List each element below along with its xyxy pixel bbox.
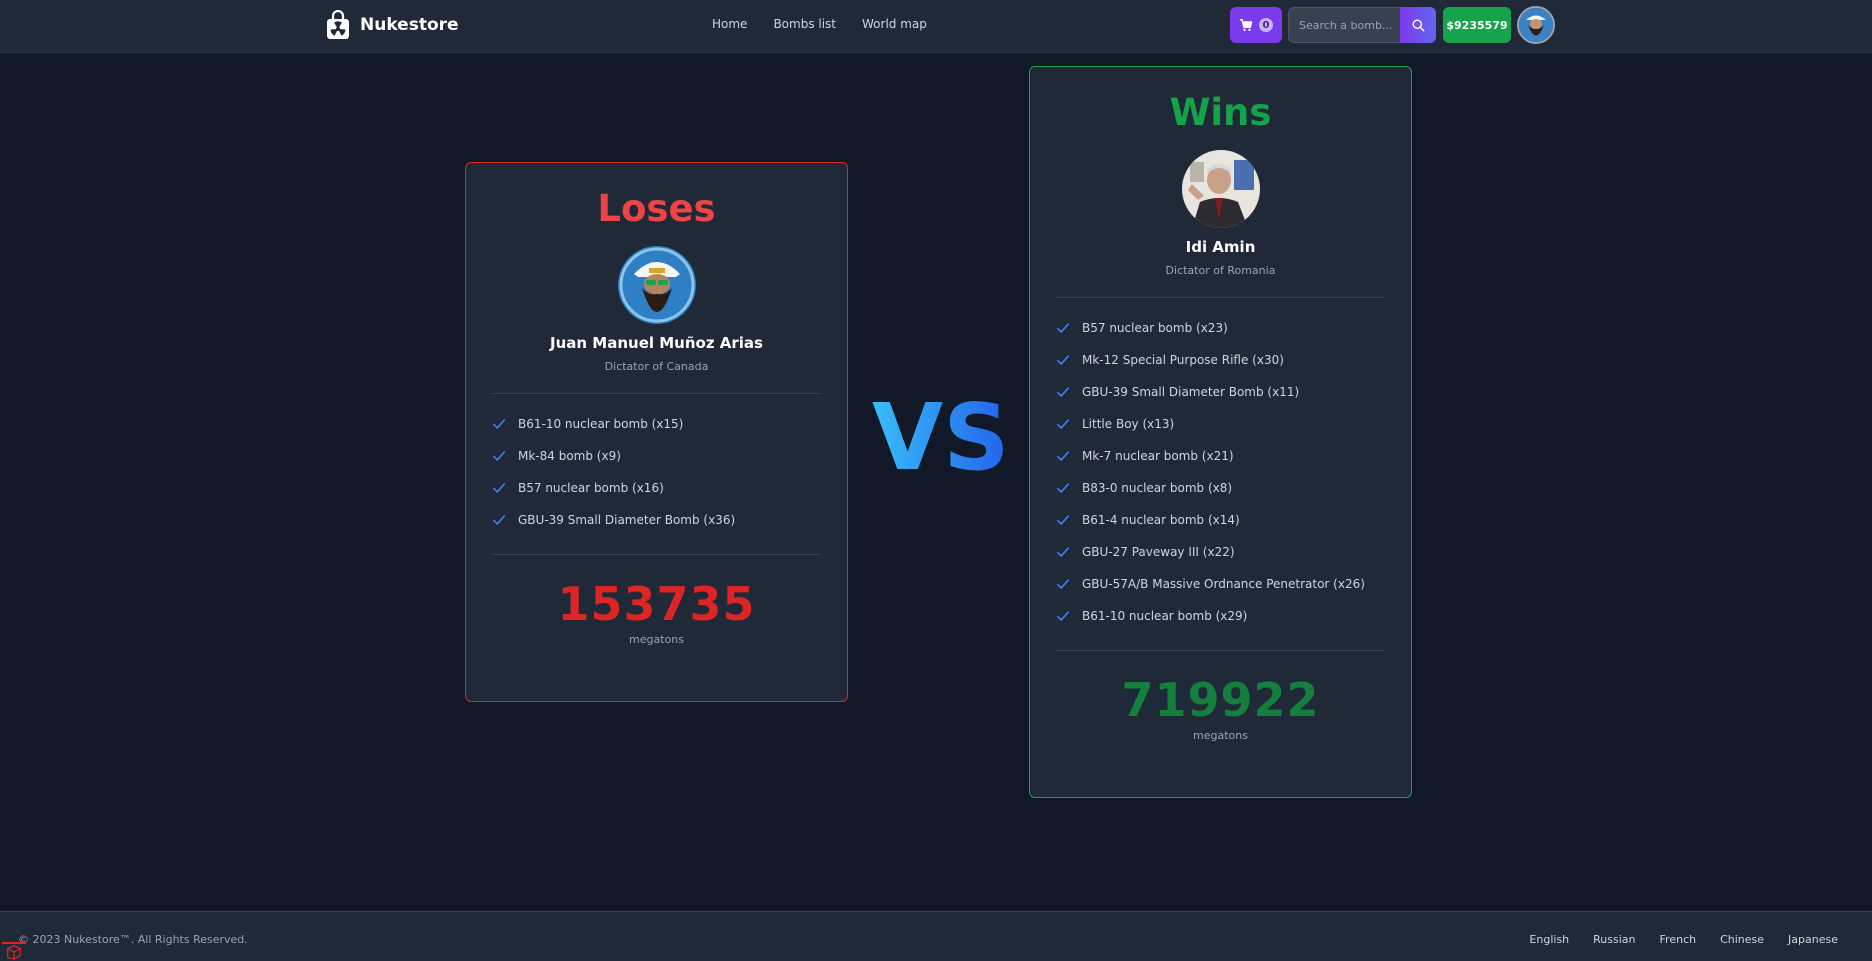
loser-profile: Juan Manuel Muñoz Arias Dictator of Cana… (466, 246, 847, 373)
bomb-label: B61-10 nuclear bomb (x15) (518, 417, 684, 431)
list-item: GBU-39 Small Diameter Bomb (x36) (492, 504, 821, 536)
list-item: B61-10 nuclear bomb (x29) (1056, 600, 1385, 632)
bomb-label: GBU-39 Small Diameter Bomb (x11) (1082, 385, 1300, 399)
lang-russian[interactable]: Russian (1593, 933, 1635, 946)
check-icon (1056, 355, 1070, 365)
check-icon (1056, 611, 1070, 621)
lang-chinese[interactable]: Chinese (1720, 933, 1764, 946)
loser-score: 153735 (557, 577, 756, 631)
loser-score-unit: megatons (629, 633, 684, 646)
check-icon (492, 451, 506, 461)
loser-result-title: Loses (597, 187, 716, 230)
user-avatar[interactable] (1517, 6, 1555, 44)
list-item: Mk-12 Special Purpose Rifle (x30) (1056, 344, 1385, 376)
bomb-label: GBU-27 Paveway III (x22) (1082, 545, 1235, 559)
list-item: B61-10 nuclear bomb (x15) (492, 408, 821, 440)
lang-english[interactable]: English (1529, 933, 1569, 946)
list-item: Mk-7 nuclear bomb (x21) (1056, 440, 1385, 472)
copyright-text: © 2023 Nukestore™. All Rights Reserved. (18, 933, 248, 946)
check-icon (1056, 579, 1070, 589)
winner-card: Wins Idi Amin Dictator of Romania B57 nu… (1029, 66, 1412, 798)
bomb-label: B61-10 nuclear bomb (x29) (1082, 609, 1248, 623)
winner-score-unit: megatons (1193, 729, 1248, 742)
cart-button[interactable]: 0 (1230, 7, 1282, 43)
bomb-label: Mk-7 nuclear bomb (x21) (1082, 449, 1234, 463)
lang-french[interactable]: French (1660, 933, 1697, 946)
list-item: GBU-57A/B Massive Ordnance Penetrator (x… (1056, 568, 1385, 600)
check-icon (492, 419, 506, 429)
list-item: B57 nuclear bomb (x23) (1056, 312, 1385, 344)
winner-bomb-list: B57 nuclear bomb (x23) Mk-12 Special Pur… (1030, 298, 1411, 632)
nav-home[interactable]: Home (712, 17, 747, 31)
bomb-label: Mk-84 bomb (x9) (518, 449, 621, 463)
check-icon (1056, 387, 1070, 397)
bomb-label: B83-0 nuclear bomb (x8) (1082, 481, 1233, 495)
balance-button[interactable]: $9235579 (1443, 7, 1511, 43)
navbar: Nukestore Home Bombs list World map 0 $9… (0, 0, 1872, 53)
winner-score: 719922 (1121, 673, 1320, 727)
avatar-image (1519, 8, 1553, 42)
list-item: B83-0 nuclear bomb (x8) (1056, 472, 1385, 504)
search-input[interactable] (1288, 7, 1400, 43)
bomb-label: GBU-57A/B Massive Ordnance Penetrator (x… (1082, 577, 1365, 591)
cart-icon (1239, 19, 1253, 31)
check-icon (1056, 547, 1070, 557)
search-icon (1411, 18, 1425, 32)
loser-role: Dictator of Canada (604, 360, 709, 373)
divider (492, 554, 821, 555)
list-item: GBU-39 Small Diameter Bomb (x11) (1056, 376, 1385, 408)
brand-name: Nukestore (360, 15, 459, 35)
bomb-label: GBU-39 Small Diameter Bomb (x36) (518, 513, 736, 527)
winner-avatar (1181, 150, 1260, 228)
nav-links: Home Bombs list World map (712, 17, 927, 31)
cart-count-badge: 0 (1259, 18, 1273, 32)
bomb-label: B57 nuclear bomb (x16) (518, 481, 664, 495)
list-item: Little Boy (x13) (1056, 408, 1385, 440)
list-item: GBU-27 Paveway III (x22) (1056, 536, 1385, 568)
check-icon (1056, 419, 1070, 429)
winner-role: Dictator of Romania (1165, 264, 1276, 277)
lang-japanese[interactable]: Japanese (1788, 933, 1838, 946)
list-item: Mk-84 bomb (x9) (492, 440, 821, 472)
loser-name: Juan Manuel Muñoz Arias (550, 334, 763, 352)
bomb-label: B61-4 nuclear bomb (x14) (1082, 513, 1240, 527)
brand[interactable]: Nukestore (326, 10, 459, 40)
bomb-label: Mk-12 Special Purpose Rifle (x30) (1082, 353, 1284, 367)
check-icon (1056, 323, 1070, 333)
language-links: English Russian French Chinese Japanese (1529, 933, 1838, 946)
list-item: B61-4 nuclear bomb (x14) (1056, 504, 1385, 536)
loser-bomb-list: B61-10 nuclear bomb (x15) Mk-84 bomb (x9… (466, 394, 847, 536)
winner-result-title: Wins (1169, 91, 1272, 134)
nav-bombs-list[interactable]: Bombs list (773, 17, 836, 31)
loser-card: Loses Juan Manuel Muñoz Arias Dictator o… (465, 162, 848, 702)
footer: © 2023 Nukestore™. All Rights Reserved. … (0, 911, 1872, 961)
search-bar (1288, 7, 1436, 43)
debugbar-icon[interactable] (2, 942, 26, 961)
check-icon (1056, 515, 1070, 525)
check-icon (492, 515, 506, 525)
winner-profile: Idi Amin Dictator of Romania (1030, 150, 1411, 277)
vs-label: VS (872, 384, 1010, 491)
list-item: B57 nuclear bomb (x16) (492, 472, 821, 504)
divider (1056, 650, 1385, 651)
nuke-bag-icon (327, 10, 349, 39)
search-button[interactable] (1400, 7, 1436, 43)
check-icon (492, 483, 506, 493)
loser-avatar (617, 246, 696, 324)
winner-name: Idi Amin (1185, 238, 1256, 256)
bomb-label: Little Boy (x13) (1082, 417, 1175, 431)
check-icon (1056, 483, 1070, 493)
nav-world-map[interactable]: World map (862, 17, 927, 31)
check-icon (1056, 451, 1070, 461)
bomb-label: B57 nuclear bomb (x23) (1082, 321, 1228, 335)
